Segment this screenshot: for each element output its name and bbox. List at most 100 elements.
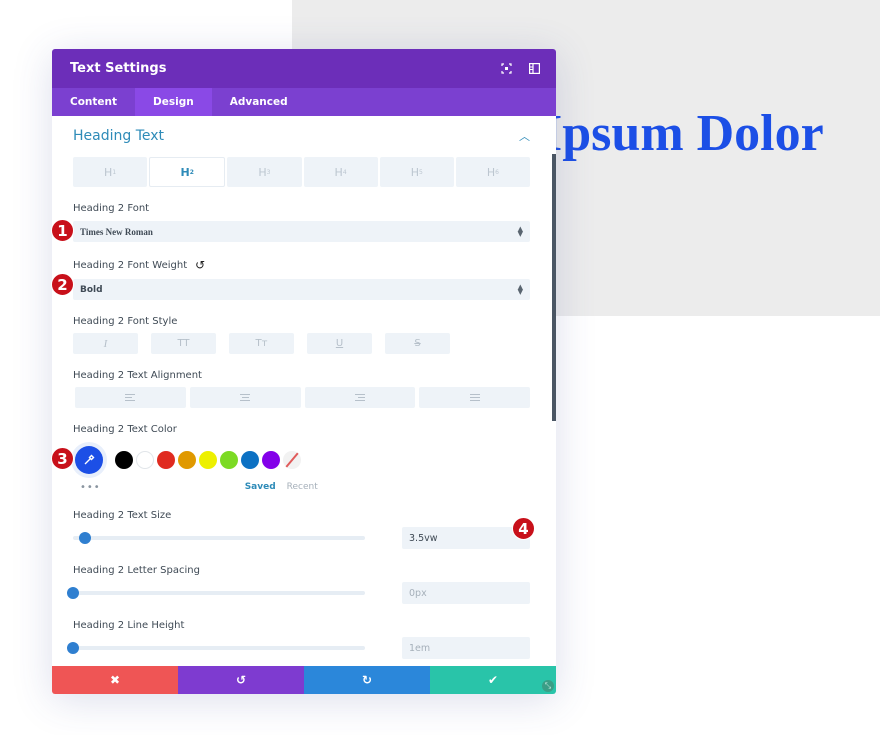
align-justify-icon [469, 394, 480, 401]
settings-tabs: Content Design Advanced [52, 88, 556, 116]
swatch-white[interactable] [136, 451, 154, 469]
eyedropper-icon [84, 454, 95, 465]
align-left-button[interactable] [75, 387, 186, 408]
annotation-badge-4: 4 [512, 517, 535, 540]
line-height-input[interactable]: 1em [402, 637, 530, 659]
font-label: Heading 2 Font [73, 203, 150, 214]
text-size-slider[interactable] [73, 532, 365, 544]
annotation-badge-1: 1 [51, 219, 74, 242]
tab-content[interactable]: Content [52, 88, 135, 116]
section-title: Heading Text [73, 128, 165, 144]
color-picker-button[interactable] [75, 446, 103, 474]
heading-tab-h4[interactable]: H4 [303, 157, 378, 187]
font-select-value: Times New Roman [80, 226, 153, 237]
align-justify-button[interactable] [419, 387, 530, 408]
checkmark-icon: ✔ [487, 673, 499, 687]
annotation-badge-3: 3 [51, 447, 74, 470]
text-size-label: Heading 2 Text Size [73, 510, 172, 521]
redo-button[interactable]: ↻ [304, 666, 430, 694]
preview-heading: Ipsum Dolor [542, 105, 824, 162]
strikethrough-icon: S [414, 338, 421, 349]
italic-icon: I [103, 337, 108, 350]
swatch-red[interactable] [157, 451, 175, 469]
slider-thumb[interactable] [67, 587, 79, 599]
text-alignment-label: Heading 2 Text Alignment [73, 370, 202, 381]
swatch-blue[interactable] [241, 451, 259, 469]
text-color-label: Heading 2 Text Color [73, 424, 177, 435]
page: Ipsum Dolor Text Settings Content Design… [0, 0, 880, 735]
italic-button[interactable]: I [73, 333, 138, 354]
slider-thumb[interactable] [67, 642, 79, 654]
heading-text-section-header[interactable]: Heading Text ︿ [73, 116, 530, 156]
swatch-black[interactable] [115, 451, 133, 469]
uppercase-button[interactable]: TT [151, 333, 216, 354]
undo-button[interactable]: ↺ [178, 666, 304, 694]
color-swatches [115, 451, 301, 469]
modal-title: Text Settings [70, 61, 167, 76]
font-weight-select[interactable]: Bold ▲ ▼ [73, 279, 530, 300]
settings-content: Heading Text ︿ H1 H2 H3 H4 H5 H6 Heading… [52, 116, 556, 666]
letter-spacing-input[interactable]: 0px [402, 582, 530, 604]
heading-tab-h3[interactable]: H3 [227, 157, 302, 187]
align-center-button[interactable] [189, 387, 301, 408]
undo-icon: ↺ [235, 673, 247, 687]
chevron-up-icon[interactable]: ︿ [519, 128, 530, 144]
font-style-label: Heading 2 Font Style [73, 316, 178, 327]
cancel-button[interactable]: ✖ [52, 666, 178, 694]
swatch-orange[interactable] [178, 451, 196, 469]
text-settings-modal: Text Settings Content Design Advanced He… [52, 49, 556, 694]
tab-advanced[interactable]: Advanced [212, 88, 306, 116]
font-weight-select-value: Bold [80, 284, 103, 295]
select-arrows-icon: ▲ ▼ [517, 282, 523, 296]
tab-design[interactable]: Design [135, 88, 212, 116]
underline-icon: U [335, 338, 344, 349]
underline-button[interactable]: U [307, 333, 372, 354]
modal-header: Text Settings [52, 49, 556, 88]
strikethrough-button[interactable]: S [385, 333, 450, 354]
capitalize-icon: Tт [255, 338, 268, 349]
align-left-icon [125, 394, 136, 401]
align-center-icon [240, 394, 251, 401]
save-button[interactable]: ✔ [430, 666, 556, 694]
fullscreen-icon[interactable] [500, 63, 512, 75]
text-alignment-buttons [73, 387, 530, 408]
line-height-slider[interactable] [67, 642, 365, 654]
swatch-purple[interactable] [262, 451, 280, 469]
heading-level-tabs: H1 H2 H3 H4 H5 H6 [73, 157, 531, 187]
swatch-transparent[interactable] [283, 451, 301, 469]
align-right-icon [354, 394, 365, 401]
redo-icon: ↻ [361, 673, 373, 687]
font-style-buttons: I TT Tт U S [73, 333, 530, 354]
annotation-badge-2: 2 [51, 273, 74, 296]
color-palette-footer: ••• Saved Recent [73, 480, 530, 494]
font-select[interactable]: Times New Roman ▲ ▼ [73, 221, 530, 242]
text-size-input[interactable]: 3.5vw [402, 527, 530, 549]
letter-spacing-label: Heading 2 Letter Spacing [73, 565, 200, 576]
resize-handle-icon[interactable]: ⤡ [542, 680, 554, 692]
align-right-button[interactable] [304, 387, 416, 408]
select-arrows-icon: ▲ ▼ [517, 224, 523, 238]
heading-tab-h1[interactable]: H1 [73, 157, 148, 187]
uppercase-icon: TT [177, 338, 190, 349]
heading-tab-h5[interactable]: H5 [379, 157, 454, 187]
line-height-control: 1em [67, 637, 530, 659]
color-picker-row [73, 445, 530, 475]
letter-spacing-slider[interactable] [67, 587, 365, 599]
scrollbar[interactable] [552, 154, 556, 421]
more-options-icon[interactable]: ••• [80, 482, 101, 493]
capitalize-button[interactable]: Tт [229, 333, 294, 354]
letter-spacing-control: 0px [67, 582, 530, 604]
swatch-green[interactable] [220, 451, 238, 469]
line-height-label: Heading 2 Line Height [73, 620, 185, 631]
reset-icon[interactable]: ↺ [195, 258, 205, 272]
slider-thumb[interactable] [78, 532, 91, 544]
close-icon: ✖ [109, 673, 121, 687]
heading-tab-h2[interactable]: H2 [149, 157, 226, 187]
sidebar-layout-icon[interactable] [528, 63, 540, 75]
heading-tab-h6[interactable]: H6 [455, 157, 531, 187]
text-size-control: 3.5vw [73, 527, 530, 549]
saved-colors-tab[interactable]: Saved [245, 482, 276, 492]
swatch-yellow[interactable] [199, 451, 217, 469]
recent-colors-tab[interactable]: Recent [287, 482, 318, 492]
font-weight-label: Heading 2 Font Weight ↺ [73, 258, 206, 272]
